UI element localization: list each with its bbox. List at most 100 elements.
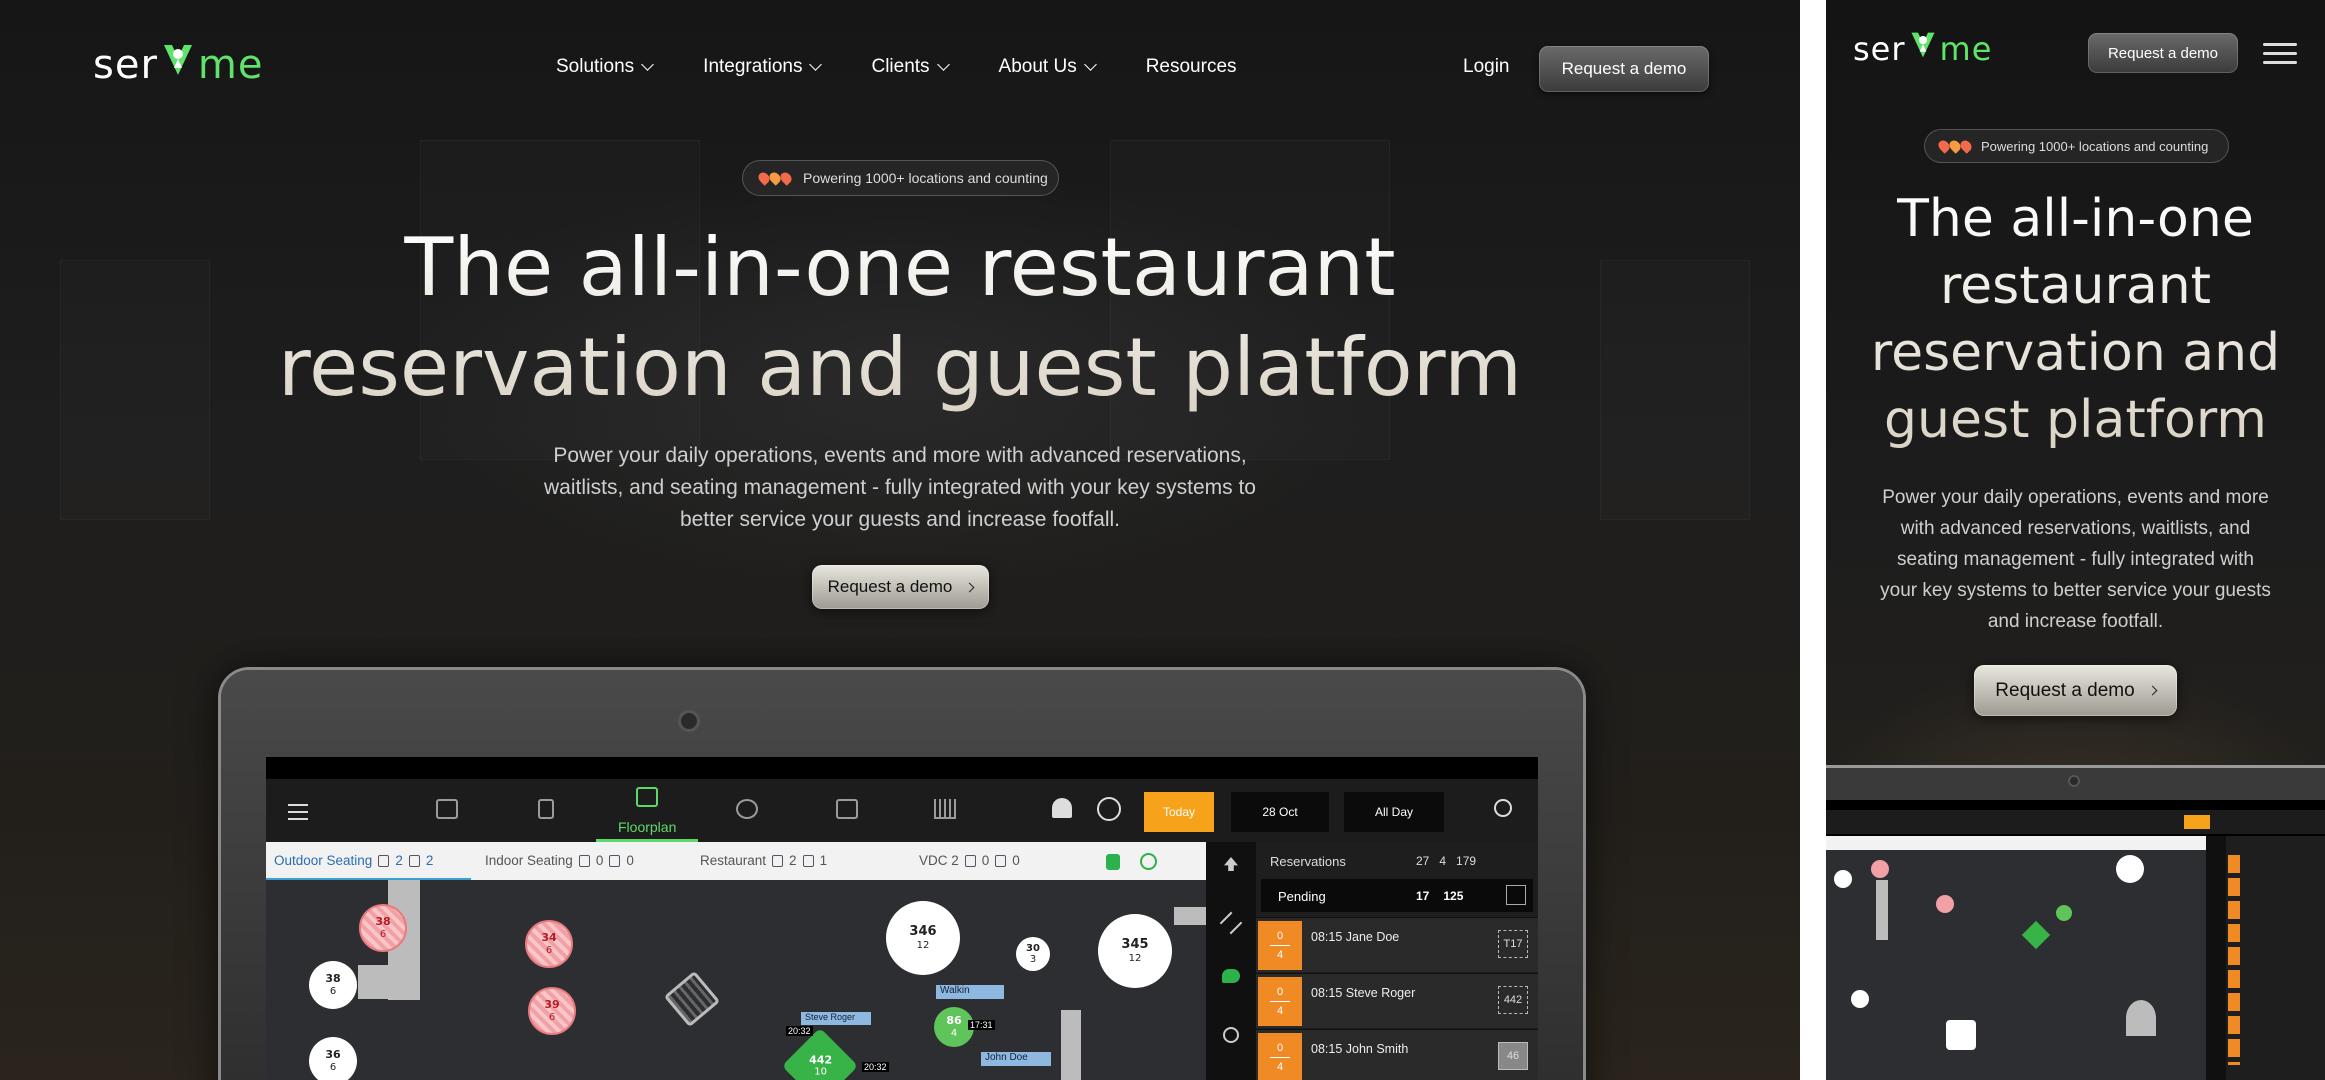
today-button[interactable] [2184,815,2210,829]
desktop-view: ser me Solutions Integrations Clients Ab… [0,0,1800,1080]
table-number: 38 [375,915,391,929]
guest-label-steve[interactable]: Steve Roger [801,1012,871,1025]
table-number: 36 [325,1048,341,1062]
table-seats: 4 [950,1027,958,1039]
reservation-row[interactable]: 04 08:15 John Smith 46 [1256,1029,1538,1080]
zone-tab-indoor[interactable]: Indoor Seating 0 0 [485,853,634,868]
walkin-label[interactable]: Walkin [936,985,1004,999]
refresh-icon[interactable] [1140,853,1157,870]
locations-badge: Powering 1000+ locations and counting [742,160,1059,196]
table-number: 86 [946,1014,962,1028]
request-demo-button[interactable]: Request a demo [1539,46,1709,92]
tab-floorplan[interactable]: Floorplan [618,819,676,835]
request-demo-button[interactable]: Request a demo [2088,33,2238,73]
table-seats: 6 [545,944,553,956]
table-seats: 12 [1128,952,1142,964]
table-38-reserved[interactable]: 38 6 [359,904,407,952]
nav-solutions[interactable]: Solutions [556,56,655,78]
zone-tab-vdc2[interactable]: VDC 2 0 0 [919,853,1020,868]
table-39-reserved[interactable]: 39 6 [528,987,576,1035]
app-screenshot [1826,800,2325,1080]
hamburger-menu-icon[interactable] [2263,43,2297,70]
hero-title-line: The all-in-one restaurant [404,221,1396,314]
table-tag: 46 [1498,1042,1528,1070]
today-button[interactable]: Today [1144,792,1214,832]
party-counter: 04 [1258,921,1302,970]
logo[interactable]: ser me [93,42,263,88]
contacts-icon[interactable] [836,799,858,819]
reservation-row[interactable]: 04 08:15 Steve Roger 442 [1256,973,1538,1028]
hero-subtitle-line: and increase footfall. [1987,611,2164,632]
group-icon [995,854,1007,867]
calendar-icon[interactable] [436,799,458,819]
pending-counts: 17 125 [1416,889,1463,903]
nav-integrations[interactable]: Integrations [703,56,823,78]
table-tag: T17 [1498,930,1528,958]
nav-resources[interactable]: Resources [1146,56,1237,78]
guest-label-john[interactable]: John Doe [981,1052,1051,1066]
hero-title: The all-in-one restaurant reservation an… [1826,186,2325,454]
analytics-icon[interactable] [934,799,956,819]
walk-icon[interactable] [1106,854,1120,870]
group-icon [802,854,814,867]
zone-tab-outdoor[interactable]: Outdoor Seating 2 2 [274,853,433,868]
table-34-reserved[interactable]: 34 6 [525,920,573,968]
zone-count: 0 [626,853,634,868]
table[interactable] [2056,905,2072,921]
logo-text-ser: ser [1853,30,1906,68]
table-tag: 442 [1498,986,1528,1014]
hero-subtitle: Power your daily operations, events and … [1826,482,2325,637]
hero-subtitle-line: Power your daily operations, events and … [553,444,1247,467]
reservation-time-name: 08:15 Steve Roger [1311,986,1416,1000]
table-icon [578,854,590,867]
chat-icon[interactable] [1222,969,1240,983]
camera-icon [678,710,700,732]
table-346[interactable]: 346 12 [886,901,960,975]
table-38[interactable]: 38 6 [309,961,357,1009]
timer-icon[interactable] [1223,1027,1239,1043]
time-label: 20:32 [786,1026,813,1036]
table[interactable] [1936,895,1954,913]
table[interactable] [1851,990,1869,1008]
table[interactable] [2116,855,2144,883]
hero-title-line: restaurant [1939,256,2212,316]
reservation-row[interactable]: 04 08:15 Jane Doe T17 [1256,917,1538,972]
nav-label: Integrations [703,56,803,77]
logo[interactable]: ser me [1853,30,1992,68]
map-pin-icon [756,170,794,186]
waitlist-icon[interactable] [736,799,758,819]
search-icon[interactable] [1494,799,1512,817]
table[interactable] [1871,860,1889,878]
table-345[interactable]: 345 12 [1098,914,1172,988]
table[interactable] [2126,1000,2156,1036]
nav-about-us[interactable]: About Us [999,56,1097,78]
login-link[interactable]: Login [1463,56,1510,78]
zone-name: Indoor Seating [485,853,573,868]
collapse-button[interactable] [1506,885,1526,905]
zone-tab-restaurant[interactable]: Restaurant 2 1 [700,853,827,868]
table[interactable] [1834,870,1852,888]
date-picker[interactable]: 28 Oct [1231,792,1329,832]
table-30[interactable]: 30 3 [1016,937,1050,971]
floorplan-icon[interactable] [636,787,658,807]
count-seated: 0 [1276,986,1284,998]
table-36[interactable]: 36 6 [309,1037,357,1080]
period-select[interactable]: All Day [1344,792,1444,832]
chevron-down-icon [809,58,823,71]
table-number: 38 [325,972,341,986]
party-counter: 04 [1258,977,1302,1026]
clock-icon[interactable] [1097,797,1121,821]
main-nav: Solutions Integrations Clients About Us … [556,56,1288,78]
zone-count: 2 [789,853,797,868]
table[interactable] [1946,1020,1976,1050]
hero-request-demo-button[interactable]: Request a demo [1974,665,2177,716]
menu-icon[interactable] [288,804,308,825]
bell-icon[interactable] [1052,798,1072,818]
table-number: 345 [1121,937,1149,953]
chevron-right-icon [2147,685,2158,696]
nav-clients[interactable]: Clients [871,56,950,78]
clipboard-icon[interactable] [538,799,554,819]
hero-request-demo-button[interactable]: Request a demo [812,565,989,609]
app-toolbar [1826,810,2325,834]
zone-count: 0 [1012,853,1020,868]
